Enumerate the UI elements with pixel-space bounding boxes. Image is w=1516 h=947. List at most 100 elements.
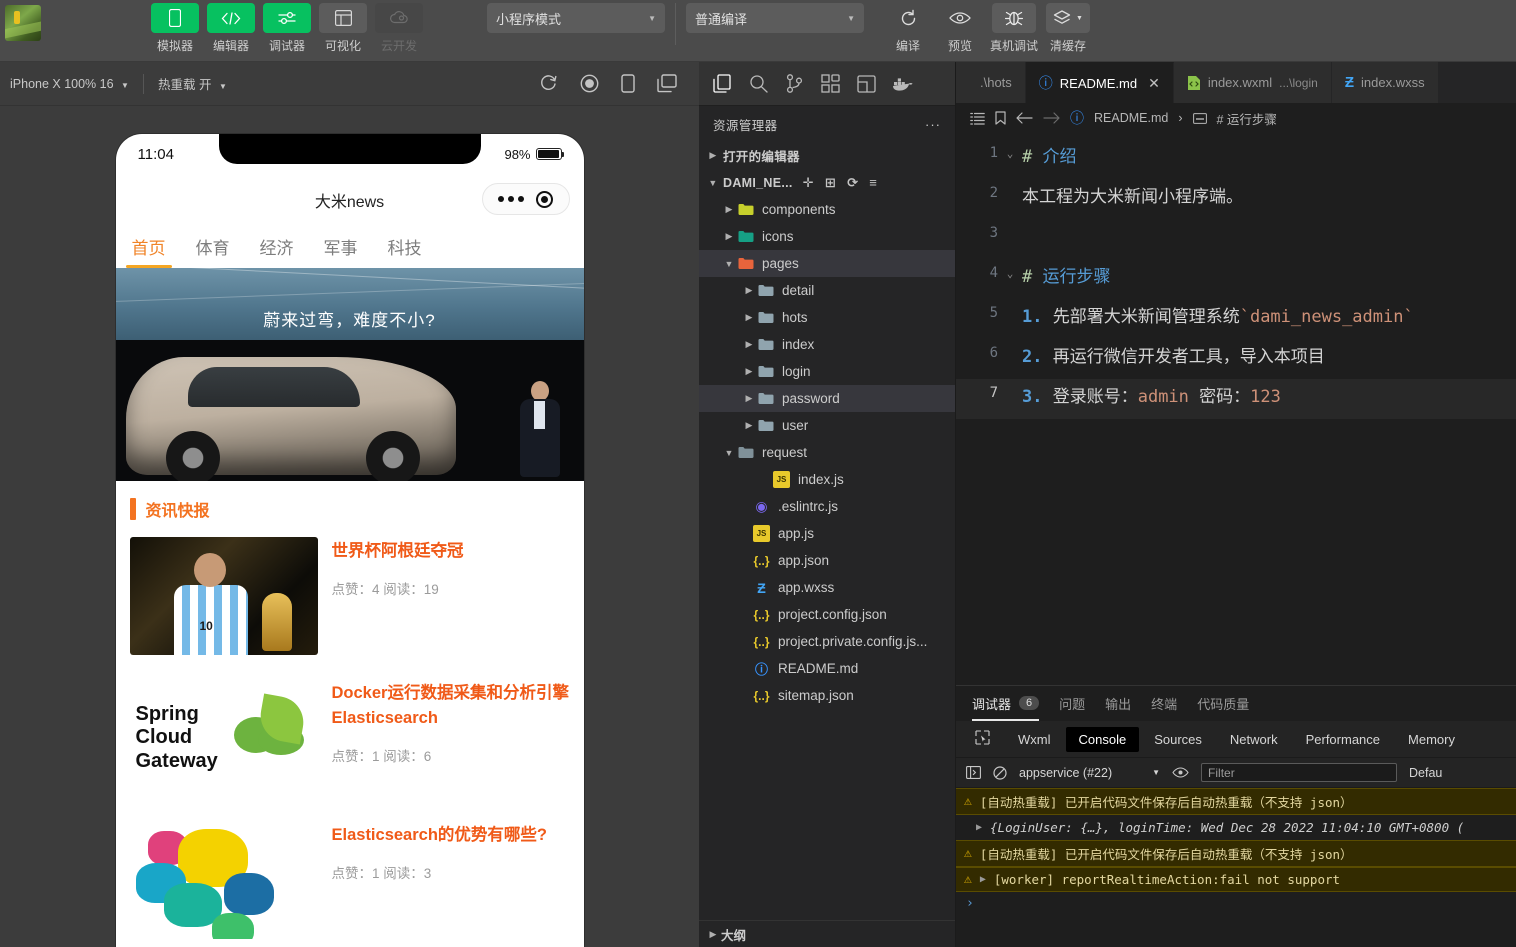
tab-military[interactable]: 军事	[322, 228, 360, 268]
devtools-tab-network[interactable]: Network	[1217, 727, 1291, 752]
news-title[interactable]: Docker运行数据采集和分析引擎Elasticsearch	[332, 681, 570, 731]
new-file-icon[interactable]: ✛	[803, 176, 814, 189]
back-arrow-icon[interactable]	[1016, 112, 1033, 124]
clear-console-icon[interactable]	[993, 765, 1007, 780]
devtools-tab-memory[interactable]: Memory	[1395, 727, 1468, 752]
tree-item-login[interactable]: ▶ login	[699, 358, 955, 385]
open-editors-row[interactable]: ▶ 打开的编辑器	[699, 142, 955, 169]
devtools-tab-console[interactable]: Console	[1065, 726, 1140, 752]
tree-item-eslintrc[interactable]: ▶ ◉ .eslintrc.js	[699, 493, 955, 520]
news-list-item[interactable]: Elasticsearch的优势有哪些? 点赞：1 阅读：3	[116, 815, 584, 947]
panel-tab-code-quality[interactable]: 代码质量	[1197, 687, 1249, 721]
tree-item-icons[interactable]: ▶ icons	[699, 223, 955, 250]
preview-button[interactable]: 预览	[938, 0, 982, 54]
split-screen-icon[interactable]	[657, 74, 677, 93]
console-message[interactable]: ⚠ ▶ [worker] reportRealtimeAction:fail n…	[956, 867, 1516, 892]
toolbar-visual-button[interactable]: 可视化	[319, 0, 367, 54]
close-target-icon[interactable]	[536, 190, 554, 208]
tree-item-request[interactable]: ▼ request	[699, 439, 955, 466]
outline-section-row[interactable]: ▶ 大纲	[699, 920, 955, 947]
console-levels-select[interactable]: Defau	[1409, 766, 1442, 780]
fold-chevron-icon[interactable]: ⌄	[998, 259, 1022, 280]
panel-tab-debugger[interactable]: 调试器 6	[972, 687, 1040, 721]
editor-tab-index-wxml[interactable]: index.wxml ...\login	[1173, 62, 1332, 103]
breadcrumb-file[interactable]: README.md	[1094, 111, 1168, 125]
eye-icon[interactable]	[1172, 767, 1189, 778]
console-filter-input[interactable]: Filter	[1201, 763, 1398, 782]
source-control-icon[interactable]	[783, 73, 805, 95]
tree-item-app-json[interactable]: ▶ {..} app.json	[699, 547, 955, 574]
tree-item-app-js[interactable]: ▶ JS app.js	[699, 520, 955, 547]
expand-arrow-icon[interactable]: ▶	[980, 874, 986, 885]
mobile-icon[interactable]	[621, 74, 635, 93]
refresh-icon[interactable]: ⟳	[847, 176, 858, 189]
tree-item-detail[interactable]: ▶ detail	[699, 277, 955, 304]
refresh-icon[interactable]	[539, 74, 558, 93]
explorer-icon[interactable]	[711, 73, 733, 95]
extensions-icon[interactable]	[819, 73, 841, 95]
panel-tab-output[interactable]: 输出	[1105, 687, 1131, 721]
wechat-capsule[interactable]	[481, 183, 570, 215]
tree-item-hots[interactable]: ▶ hots	[699, 304, 955, 331]
editor-tab-readme[interactable]: ⓘ README.md ✕	[1025, 62, 1174, 103]
wxml-panel-icon[interactable]	[855, 73, 877, 95]
compile-select[interactable]: 普通编译 ▼	[686, 3, 864, 33]
explorer-more-icon[interactable]: ···	[925, 117, 941, 132]
tree-item-app-wxss[interactable]: ▶ Ƶ app.wxss	[699, 574, 955, 601]
tree-item-components[interactable]: ▶ components	[699, 196, 955, 223]
collapse-all-icon[interactable]: ≡	[869, 176, 877, 189]
editor-tab-index-wxss[interactable]: Ƶ index.wxss	[1331, 62, 1439, 103]
devtools-tab-wxml[interactable]: Wxml	[1005, 727, 1064, 752]
console-message[interactable]: ⚠ [自动热重载] 已开启代码文件保存后自动热重载（不支持 json）	[956, 788, 1516, 815]
more-dots-icon[interactable]	[497, 196, 524, 202]
tree-item-index[interactable]: ▶ index	[699, 331, 955, 358]
tab-tech[interactable]: 科技	[386, 228, 424, 268]
mode-select[interactable]: 小程序模式 ▼	[487, 3, 665, 33]
console-message[interactable]: ▶ {LoginUser: {…}, loginTime: Wed Dec 28…	[956, 815, 1516, 840]
search-icon[interactable]	[747, 73, 769, 95]
tab-economy[interactable]: 经济	[258, 228, 296, 268]
tree-item-request-index-js[interactable]: ▶ JS index.js	[699, 466, 955, 493]
panel-tab-terminal[interactable]: 终端	[1151, 687, 1177, 721]
real-device-debug-button[interactable]: 真机调试	[990, 0, 1038, 54]
tree-item-user[interactable]: ▶ user	[699, 412, 955, 439]
device-select[interactable]: iPhone X 100% 16 ▼	[4, 74, 135, 94]
outline-icon[interactable]	[970, 112, 985, 125]
record-icon[interactable]	[580, 74, 599, 93]
bookmark-icon[interactable]	[995, 111, 1006, 125]
devtools-tab-sources[interactable]: Sources	[1141, 727, 1215, 752]
close-icon[interactable]: ✕	[1148, 75, 1160, 92]
inspect-icon[interactable]	[962, 725, 1003, 753]
devtools-tab-performance[interactable]: Performance	[1293, 727, 1393, 752]
news-title[interactable]: Elasticsearch的优势有哪些?	[332, 823, 570, 848]
toolbar-editor-button[interactable]: 编辑器	[207, 0, 255, 54]
fold-chevron-icon[interactable]: ⌄	[998, 139, 1022, 160]
compile-button[interactable]: 编译	[886, 0, 930, 54]
code-editor[interactable]: 1 ⌄ # 介绍 2 本工程为大米新闻小程序端。 3 4 ⌄ # 运行步骤 5 …	[956, 133, 1516, 685]
new-folder-icon[interactable]: ⊞	[825, 176, 836, 189]
tree-item-readme[interactable]: ▶ ⓘ README.md	[699, 655, 955, 682]
breadcrumb-symbol[interactable]: # 运行步骤	[1217, 109, 1277, 128]
expand-arrow-icon[interactable]: ▶	[976, 822, 982, 833]
console-context-select[interactable]: appservice (#22) ▼	[1019, 766, 1160, 780]
panel-tab-problems[interactable]: 问题	[1059, 687, 1085, 721]
news-list-item[interactable]: 10 世界杯阿根廷夺冠 点赞：4 阅读：19	[116, 531, 584, 673]
news-title[interactable]: 世界杯阿根廷夺冠	[332, 539, 570, 564]
console-input-prompt[interactable]: ›	[956, 892, 1516, 915]
tree-item-sitemap[interactable]: ▶ {..} sitemap.json	[699, 682, 955, 709]
tree-item-project-config[interactable]: ▶ {..} project.config.json	[699, 601, 955, 628]
tab-home[interactable]: 首页	[125, 228, 172, 268]
clear-cache-button[interactable]: ▼ 清缓存	[1046, 0, 1091, 54]
docker-icon[interactable]	[891, 73, 913, 95]
tree-item-pages[interactable]: ▼ pages	[699, 250, 955, 277]
forward-arrow-icon[interactable]	[1043, 112, 1060, 124]
editor-tab-hots[interactable]: .\hots	[956, 62, 1026, 103]
tree-item-project-private-config[interactable]: ▶ {..} project.private.config.js...	[699, 628, 955, 655]
tab-sports[interactable]: 体育	[194, 228, 232, 268]
tree-item-password[interactable]: ▶ password	[699, 385, 955, 412]
news-list-item[interactable]: Spring Cloud Gateway Docker运行数据采集和分析引擎Elas…	[116, 673, 584, 815]
toolbar-debugger-button[interactable]: 调试器	[263, 0, 311, 54]
hot-reload-select[interactable]: 热重载 开 ▼	[152, 71, 233, 96]
toolbar-cloud-button[interactable]: 云开发	[375, 0, 423, 54]
project-root-row[interactable]: ▼ DAMI_NE... ✛ ⊞ ⟳ ≡	[699, 169, 955, 196]
